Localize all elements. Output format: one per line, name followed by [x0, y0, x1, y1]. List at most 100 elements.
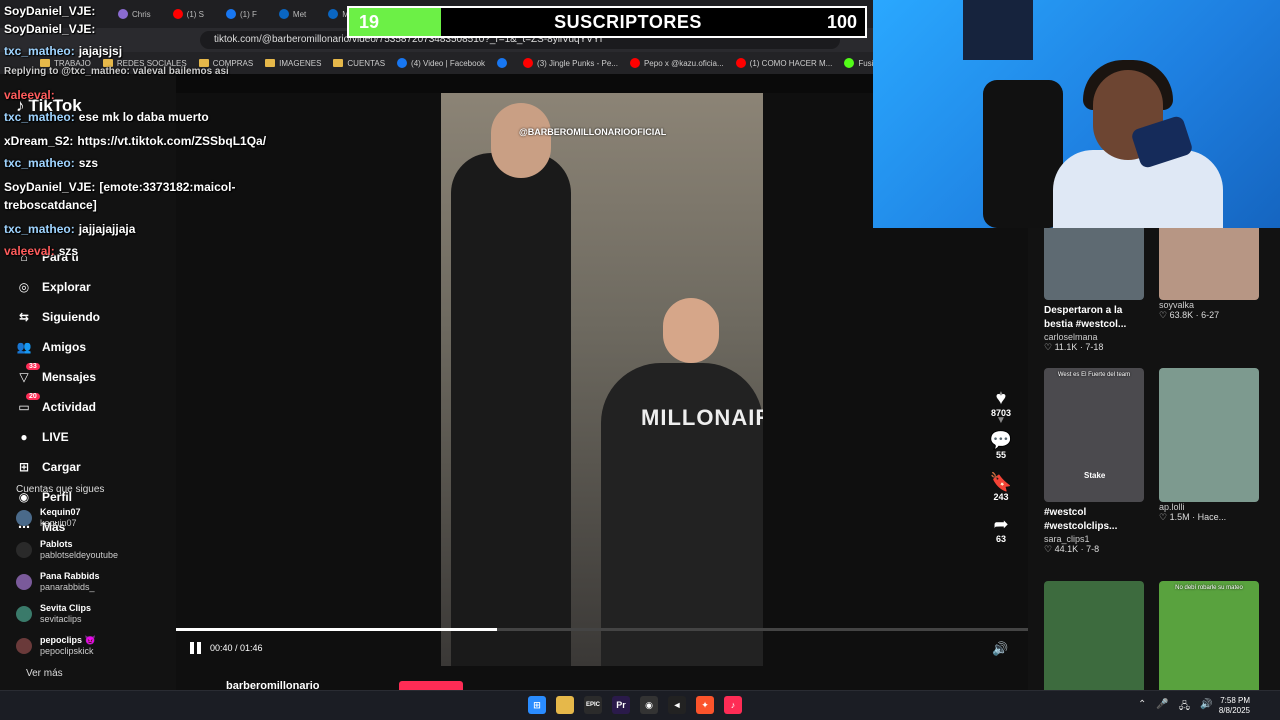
account-handle: pablotseldeyoutube — [40, 550, 119, 560]
sidebar-item-amigos[interactable]: 👥 Amigos — [16, 332, 176, 362]
recommended-video-card[interactable]: No debí robarle su mateo — [1159, 581, 1269, 690]
sidebar-nav: ⌂ Para ti ◎ Explorar ⇆ Siguiendo 👥 Amigos ▽ 33 Men… — [16, 242, 176, 542]
comment-icon[interactable]: 💬 — [984, 430, 1018, 450]
speaker-icon[interactable]: 🔊 — [1200, 699, 1212, 716]
account-name: Pablots — [40, 539, 73, 549]
clock-time: 7:58 PM — [1220, 696, 1250, 705]
chat-message: txc_matheo: jajjajajjaja — [4, 222, 135, 236]
volume-icon[interactable]: 🔊 — [992, 641, 1008, 657]
network-icon[interactable]: 🖧 — [1179, 699, 1190, 716]
obs-icon[interactable]: ◉ — [640, 696, 658, 714]
bookmark-item[interactable]: (3) Jingle Punks - Pe... — [523, 58, 618, 68]
chat-message: treboscatdance] — [4, 198, 97, 212]
chat-message: SoyDaniel_VJE: [emote:3373182:maicol- — [4, 180, 235, 194]
bookmark-item[interactable]: CUENTAS — [333, 59, 385, 68]
taskbar-clock[interactable]: 7:58 PM 8/8/2025 — [1219, 696, 1250, 716]
chevron-up-icon[interactable]: ⌃ — [1138, 699, 1146, 716]
folder-icon[interactable] — [556, 696, 574, 714]
video-frame[interactable]: @BARBEROMILLONARIOOFICIAL MILLONAIRE — [441, 93, 763, 666]
heart-outline-icon: ♡ — [1044, 544, 1055, 554]
bookmark-label: Fusion Chat - Kick — [858, 58, 873, 68]
chat-username: Replying to @txc_matheo: valeval bailemo… — [4, 66, 229, 77]
kick-icon — [844, 58, 855, 68]
recommended-video-card[interactable]: ap.lolli ♡ 1.5M · Hace... — [1159, 368, 1269, 523]
video-author[interactable]: ap.lolli — [1159, 502, 1269, 512]
video-thumbnail[interactable] — [1159, 228, 1259, 300]
sidebar-item-mensajes[interactable]: ▽ 33 Mensajes — [16, 362, 176, 392]
video-thumbnail[interactable] — [1044, 228, 1144, 300]
chat-username: txc_matheo: — [4, 156, 75, 170]
likes-and-date: 44.1K · 7-8 — [1054, 544, 1100, 554]
chat-message: SoyDaniel_VJE: — [4, 22, 99, 36]
following-account[interactable]: Pablots pablotseldeyoutube — [16, 534, 176, 566]
epic-games-icon[interactable]: EPIC — [584, 696, 602, 714]
bookmark-icon[interactable]: 🔖 — [984, 472, 1018, 492]
action-bookmark[interactable]: 🔖 243 — [984, 472, 1018, 502]
recommended-video-card[interactable]: West es El Fuerte del team Stake #westcol … — [1044, 368, 1154, 555]
bookmark-item[interactable] — [497, 58, 511, 68]
chat-username: SoyDaniel_VJE: — [4, 4, 96, 18]
bookmark-item[interactable]: Fusion Chat - Kick — [844, 58, 873, 68]
chat-message: txc_matheo: jajajsjsj — [4, 44, 122, 58]
sidebar-item-live[interactable]: ● LIVE — [16, 422, 176, 452]
following-account[interactable]: Sevita Clips sevitaclips — [16, 598, 176, 630]
subscriber-goal-title: SUSCRIPTORES — [554, 11, 702, 32]
sidebar-item-cargar[interactable]: ⊞ Cargar — [16, 452, 176, 482]
chat-message: txc_matheo: ese mk lo daba muerto — [4, 110, 209, 124]
following-account[interactable]: pepoclips 👿 pepoclipskick — [16, 630, 176, 662]
action-count: 63 — [995, 534, 1006, 544]
video-thumbnail[interactable]: West es El Fuerte del team Stake — [1044, 368, 1144, 502]
recommended-video-card[interactable] — [1044, 581, 1154, 690]
tiktok-icon[interactable]: ♪ — [724, 696, 742, 714]
browser-tab[interactable]: Met — [271, 3, 314, 25]
see-more-link[interactable]: Ver más — [26, 668, 63, 679]
live-icon: ● — [20, 430, 28, 444]
browser-tab[interactable]: (1) S — [165, 3, 212, 25]
recommended-video-card[interactable]: soyvalka ♡ 63.8K · 6-27 — [1159, 228, 1269, 321]
following-header: Cuentas que sigues — [16, 484, 105, 495]
bookmark-item[interactable]: Pepo x @kazu.oficia... — [629, 58, 724, 68]
taskbar-apps: ⊞ EPIC Pr ◉ ◄ ✦ ♪ — [528, 696, 742, 714]
sidebar-item-label: Actividad — [42, 400, 97, 414]
sidebar-item-label: Amigos — [42, 340, 87, 354]
folder-icon — [265, 59, 276, 67]
sidebar-item-label: Siguiendo — [42, 310, 100, 324]
video-thumbnail[interactable] — [1159, 368, 1259, 502]
bookmark-item[interactable]: IMAGENES — [265, 59, 321, 68]
mic-icon[interactable]: 🎤 — [1156, 699, 1168, 716]
sidebar-item-label: LIVE — [42, 430, 69, 444]
action-comment[interactable]: 💬 55 — [984, 430, 1018, 460]
account-name: pepoclips 👿 — [40, 635, 96, 645]
sidebar-item-explorar[interactable]: ◎ Explorar — [16, 272, 176, 302]
action-share[interactable]: ➦ 63 — [984, 514, 1018, 544]
following-account[interactable]: Kequin07 kequin07 — [16, 502, 176, 534]
video-thumbnail[interactable] — [1044, 581, 1144, 690]
video-thumbnail[interactable]: No debí robarle su mateo — [1159, 581, 1259, 690]
barber-figure — [451, 153, 571, 666]
video-author[interactable]: carloselmana — [1044, 332, 1154, 342]
following-account[interactable]: Pana Rabbids panarabbids_ — [16, 566, 176, 598]
browser-tab[interactable]: (1) F — [218, 3, 265, 25]
youtube-icon — [629, 58, 640, 68]
browser-tab[interactable]: Chris — [110, 3, 159, 25]
video-author[interactable]: sara_clips1 — [1044, 534, 1154, 544]
heart-icon[interactable]: ♥ — [984, 388, 1018, 408]
video-author[interactable]: soyvalka — [1159, 300, 1269, 310]
sidebar-item-actividad[interactable]: ▭ 20 Actividad — [16, 392, 176, 422]
share-icon[interactable]: ➦ — [984, 514, 1018, 534]
bookmark-item[interactable]: (4) Video | Facebook — [397, 58, 485, 68]
windows-icon[interactable]: ⊞ — [528, 696, 546, 714]
premiere-icon[interactable]: Pr — [612, 696, 630, 714]
recommended-video-card[interactable]: Despertaron a la bestia #westcol... carlo… — [1044, 228, 1154, 353]
video-progress-bar[interactable] — [176, 628, 1028, 631]
chat-message: valeeval: szs — [4, 244, 78, 258]
capcut-icon[interactable]: ◄ — [668, 696, 686, 714]
following-list: Kequin07 kequin07 Pablots pablotseldeyoutub… — [16, 502, 176, 662]
windows-taskbar: ⊞ EPIC Pr ◉ ◄ ✦ ♪ ⌃ 🎤 🖧 🔊 7:58 PM 8/8/2025 — [0, 690, 1280, 720]
bookmark-item[interactable]: (1) COMO HACER M... — [735, 58, 832, 68]
sidebar-item-siguiendo[interactable]: ⇆ Siguiendo — [16, 302, 176, 332]
chat-username: txc_matheo: — [4, 110, 75, 124]
pause-icon[interactable] — [190, 642, 202, 654]
brave-icon[interactable]: ✦ — [696, 696, 714, 714]
action-heart[interactable]: ♥ 8703 — [984, 388, 1018, 418]
